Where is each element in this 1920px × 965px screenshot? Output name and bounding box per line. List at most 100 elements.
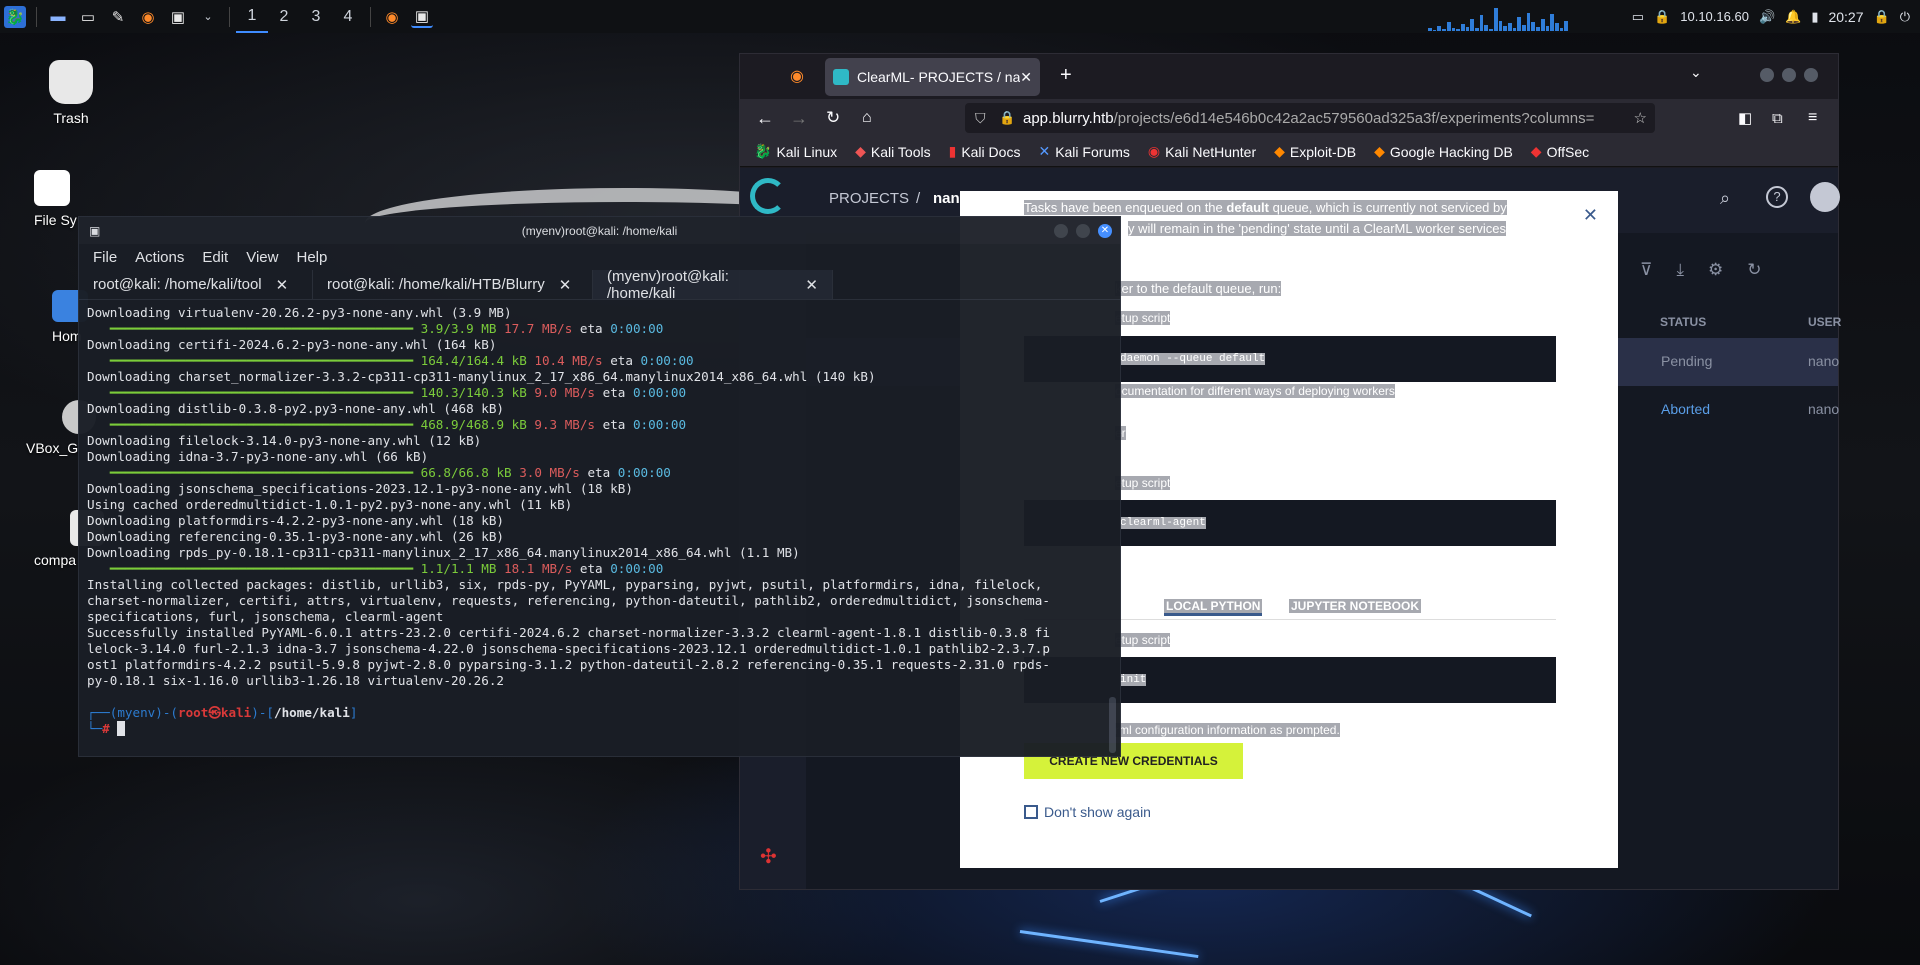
- checkbox[interactable]: [1024, 805, 1038, 819]
- url-bar[interactable]: ⛉ 🔒 app.blurry.htb/projects/e6d14e546b0c…: [965, 103, 1655, 133]
- power-icon[interactable]: ⏻: [1900, 9, 1910, 25]
- firefox-view-icon[interactable]: ◉: [790, 66, 804, 86]
- chevron-down-icon[interactable]: ⌄: [197, 6, 219, 28]
- terminal-icon[interactable]: ▣: [167, 6, 189, 28]
- output-line: lelock-3.14.0 furl-2.1.3 idna-3.7 jsonsc…: [87, 641, 1050, 656]
- help-icon[interactable]: ?: [1766, 186, 1788, 208]
- minimize-icon[interactable]: [1760, 68, 1774, 82]
- search-icon[interactable]: ⌕: [1720, 188, 1730, 209]
- download-icon[interactable]: ⤓: [1676, 260, 1684, 280]
- clock[interactable]: 20:27: [1828, 9, 1863, 25]
- menu-icon[interactable]: ≡: [1808, 109, 1817, 127]
- output-line: Downloading charset_normalizer-3.3.2-cp3…: [87, 369, 876, 384]
- ip-address: 10.10.16.60: [1680, 9, 1749, 24]
- config-text: rml configuration information as prompte…: [1115, 723, 1340, 737]
- tab-label: root@kali: /home/kali/HTB/Blurry: [327, 276, 545, 293]
- tab-local-python[interactable]: LOCAL PYTHON: [1164, 599, 1263, 616]
- back-icon[interactable]: ←: [756, 108, 774, 129]
- minimize-icon[interactable]: [1054, 223, 1068, 238]
- eta-value: 0:00:00: [640, 353, 694, 368]
- bookmark-kali-nethunter[interactable]: ◉ Kali NetHunter: [1148, 143, 1256, 160]
- menu-help[interactable]: Help: [296, 249, 327, 266]
- terminal-menubar: File Actions Edit View Help: [79, 244, 1120, 270]
- notification-bell-icon[interactable]: 🔔: [1785, 9, 1801, 25]
- terminal-tab-myenv[interactable]: (myenv)root@kali: /home/kali ✕: [593, 268, 833, 302]
- menu-file[interactable]: File: [93, 249, 117, 266]
- reload-icon[interactable]: ↻: [826, 108, 840, 128]
- output-line: Downloading idna-3.7-py3-none-any.whl (6…: [87, 449, 429, 464]
- new-tab-icon[interactable]: +: [1060, 64, 1072, 87]
- slack-icon[interactable]: ✣: [760, 844, 777, 869]
- workspace-4[interactable]: 4: [332, 0, 364, 33]
- workspace-2[interactable]: 2: [268, 0, 300, 33]
- maximize-icon[interactable]: [1076, 223, 1090, 238]
- workspace-1[interactable]: 1: [236, 0, 268, 33]
- refresh-icon[interactable]: ↻: [1747, 260, 1761, 280]
- bookmark-google-hacking-db[interactable]: ◆ Google Hacking DB: [1374, 143, 1513, 160]
- column-status[interactable]: STATUS: [1660, 315, 1706, 329]
- close-window-icon[interactable]: [1804, 68, 1818, 82]
- terminal-scrollbar[interactable]: [1109, 697, 1116, 753]
- close-tab-icon[interactable]: ✕: [276, 276, 289, 294]
- clearml-logo-icon[interactable]: [750, 178, 786, 214]
- shield-icon[interactable]: ⛉: [975, 110, 986, 127]
- docs-link[interactable]: ocumentation for different ways of deplo…: [1115, 384, 1395, 398]
- text-editor-icon[interactable]: ✎: [107, 6, 129, 28]
- display-icon[interactable]: ▭: [1632, 9, 1644, 25]
- terminal-titlebar: ▣ (myenv)root@kali: /home/kali ✕: [79, 217, 1120, 244]
- eta-label: eta: [587, 465, 618, 480]
- tab-jupyter-notebook[interactable]: JUPYTER NOTEBOOK: [1289, 599, 1422, 613]
- bookmark-kali-forums[interactable]: ✕ Kali Forums: [1038, 143, 1129, 160]
- pocket-icon[interactable]: ◧: [1738, 109, 1752, 127]
- bookmark-offsec[interactable]: ◆ OffSec: [1531, 143, 1589, 160]
- close-tab-icon[interactable]: ✕: [559, 276, 572, 294]
- breadcrumb-projects[interactable]: PROJECTS: [829, 190, 909, 207]
- close-tab-icon[interactable]: ✕: [805, 276, 818, 294]
- output-line: Downloading distlib-0.3.8-py2.py3-none-a…: [87, 401, 505, 416]
- filter-icon[interactable]: ⊽: [1640, 260, 1652, 280]
- bookmark-kali-docs[interactable]: ▮ Kali Docs: [949, 143, 1021, 160]
- extensions-icon[interactable]: ⧉: [1772, 110, 1783, 127]
- volume-icon[interactable]: 🔊: [1759, 9, 1775, 25]
- bookmark-kali-tools[interactable]: ◆ Kali Tools: [855, 143, 930, 160]
- output-line: charset-normalizer, certifi, attrs, virt…: [87, 593, 1050, 608]
- dont-show-again[interactable]: Don't show again: [1024, 804, 1151, 820]
- eta-label: eta: [610, 353, 641, 368]
- list-tabs-icon[interactable]: ⌄: [1690, 64, 1702, 81]
- bookmark-star-icon[interactable]: ☆: [1629, 109, 1647, 127]
- browser-tab-clearml[interactable]: ClearML- PROJECTS / nan ✕: [825, 58, 1040, 96]
- kali-menu-icon[interactable]: 🐉: [4, 5, 26, 28]
- terminal-prompt[interactable]: ┌──(myenv)-(root㉿kali)-[/home/kali] └─#: [87, 705, 1102, 737]
- close-window-icon[interactable]: ✕: [1098, 223, 1112, 238]
- network-graph: [1428, 5, 1569, 31]
- desktop-icon-trash[interactable]: Trash: [16, 60, 126, 126]
- file-manager-icon[interactable]: ▭: [77, 6, 99, 28]
- close-tab-icon[interactable]: ✕: [1020, 69, 1032, 86]
- menu-edit[interactable]: Edit: [202, 249, 228, 266]
- menu-actions[interactable]: Actions: [135, 249, 184, 266]
- lock-icon[interactable]: 🔒: [999, 110, 1015, 126]
- home-icon[interactable]: ⌂: [862, 109, 872, 127]
- docs-link-text: ocumentation for different ways of deplo…: [1115, 384, 1395, 398]
- progress-line: ━━━━━━━━━━━━━━━━━━━━━━━━━━━━━━━━━━━━━━━━…: [87, 465, 1102, 481]
- menu-view[interactable]: View: [246, 249, 278, 266]
- bookmark-exploit-db[interactable]: ◆ Exploit-DB: [1274, 143, 1356, 160]
- avatar[interactable]: [1810, 182, 1840, 212]
- firefox-icon[interactable]: ◉: [137, 6, 159, 28]
- battery-icon[interactable]: ▮: [1811, 9, 1818, 25]
- terminal-tab-tool[interactable]: root@kali: /home/kali/tool ✕: [79, 270, 313, 299]
- lock-screen-icon[interactable]: 🔒: [1874, 9, 1890, 25]
- column-user[interactable]: USER: [1808, 315, 1841, 329]
- maximize-icon[interactable]: [1782, 68, 1796, 82]
- firefox-window-icon[interactable]: ◉: [381, 6, 403, 28]
- close-dialog-icon[interactable]: ✕: [1583, 205, 1598, 226]
- settings-gear-icon[interactable]: ⚙: [1708, 260, 1723, 280]
- show-desktop-icon[interactable]: ▬: [47, 6, 69, 28]
- terminal-tab-blurry[interactable]: root@kali: /home/kali/HTB/Blurry ✕: [313, 270, 593, 299]
- forward-icon[interactable]: →: [790, 108, 808, 129]
- terminal-output[interactable]: Downloading virtualenv-20.26.2-py3-none-…: [87, 305, 1102, 689]
- bookmark-kali-linux[interactable]: 🐉 Kali Linux: [754, 143, 837, 160]
- terminal-window-icon[interactable]: ▣: [411, 6, 433, 28]
- workspace-3[interactable]: 3: [300, 0, 332, 33]
- progress-bar: ━━━━━━━━━━━━━━━━━━━━━━━━━━━━━━━━━━━━━━━━: [87, 417, 421, 432]
